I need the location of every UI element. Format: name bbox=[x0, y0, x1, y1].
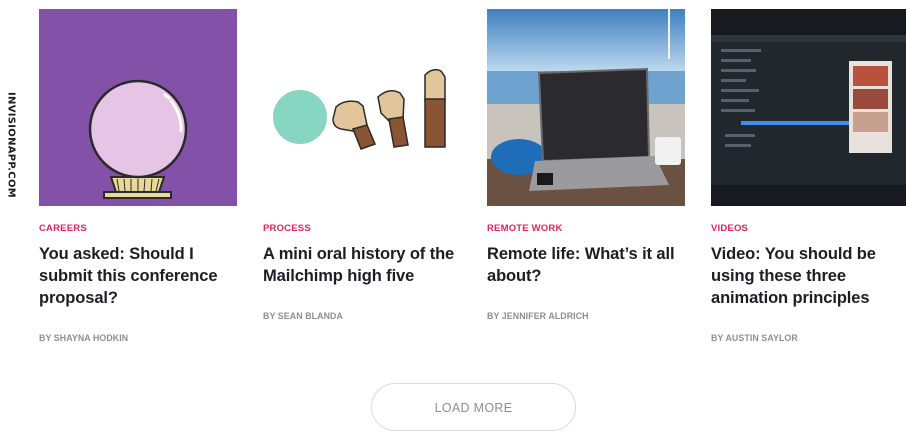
article-title[interactable]: Remote life: What’s it all about? bbox=[487, 243, 685, 287]
high-five-hands-illustration-icon bbox=[263, 9, 461, 206]
article-thumbnail[interactable] bbox=[487, 9, 685, 206]
article-byline[interactable]: By Austin Saylor bbox=[711, 333, 906, 343]
article-category[interactable]: Process bbox=[263, 223, 461, 234]
article-category[interactable]: Careers bbox=[39, 223, 237, 234]
article-card[interactable]: Remote Work Remote life: What’s it all a… bbox=[487, 9, 685, 321]
article-card[interactable]: Videos Video: You should be using these … bbox=[711, 9, 906, 343]
animation-software-screenshot-icon bbox=[711, 9, 906, 206]
article-byline[interactable]: By Jennifer Aldrich bbox=[487, 311, 685, 321]
article-byline[interactable]: By Sean Blanda bbox=[263, 311, 461, 321]
article-card[interactable]: Process A mini oral history of the Mailc… bbox=[263, 9, 461, 321]
laptop-seaside-photo-icon bbox=[487, 9, 685, 206]
load-more-button[interactable]: LOAD MORE bbox=[371, 383, 576, 431]
site-brand-text: INVISIONAPP.COM bbox=[5, 92, 17, 198]
article-category[interactable]: Videos bbox=[711, 223, 906, 234]
article-category[interactable]: Remote Work bbox=[487, 223, 685, 234]
site-brand-vertical: INVISIONAPP.COM bbox=[0, 70, 22, 220]
article-thumbnail[interactable] bbox=[711, 9, 906, 206]
article-title[interactable]: A mini oral history of the Mailchimp hig… bbox=[263, 243, 461, 287]
article-thumbnail[interactable] bbox=[39, 9, 237, 206]
article-title[interactable]: Video: You should be using these three a… bbox=[711, 243, 906, 309]
crystal-ball-illustration-icon bbox=[39, 9, 237, 206]
article-thumbnail[interactable] bbox=[263, 9, 461, 206]
article-byline[interactable]: By Shayna Hodkin bbox=[39, 333, 237, 343]
article-card[interactable]: Careers You asked: Should I submit this … bbox=[39, 9, 237, 343]
article-title[interactable]: You asked: Should I submit this conferen… bbox=[39, 243, 237, 309]
